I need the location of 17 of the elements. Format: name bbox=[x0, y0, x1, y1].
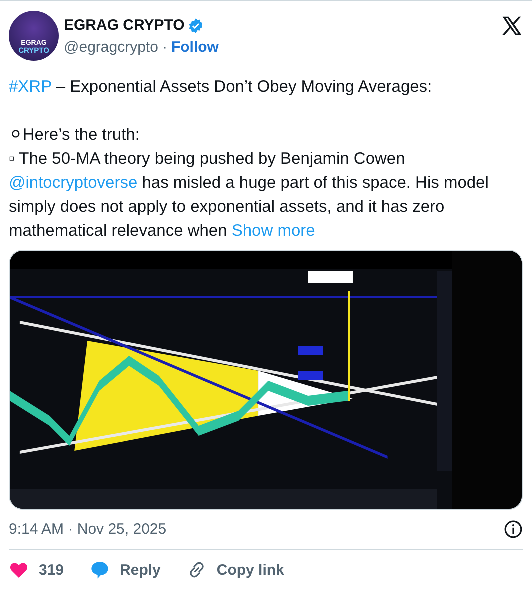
like-action[interactable]: 319 bbox=[9, 560, 64, 580]
info-icon[interactable] bbox=[504, 520, 523, 539]
copy-action[interactable]: Copy link bbox=[186, 560, 284, 580]
follow-link[interactable]: Follow bbox=[171, 39, 219, 56]
tweet-text: ⚪Here’s the truth: bbox=[9, 125, 141, 146]
reply-action[interactable]: Reply bbox=[90, 560, 161, 580]
action-label: 319 bbox=[39, 562, 64, 578]
separator: · bbox=[162, 39, 168, 56]
tweet-text: #XRP – Exponential Assets Don’t Obey Moving Averages: bbox=[9, 77, 434, 98]
speech-bubble-icon bbox=[90, 560, 110, 580]
tweet-text: ▫ The 50-MA theory being pushed by Benjamin Cowen @intocryptoverse has misled a huge part of this space. His model simply does not apply to exponential assets, and it has zero mathematical relevance when Show more bbox=[9, 149, 490, 242]
author-handle: @egragcrypto bbox=[64, 39, 158, 56]
x-logo-icon[interactable] bbox=[501, 15, 523, 37]
timestamp[interactable]: 9:14 AM · Nov 25, 2025 bbox=[9, 521, 167, 538]
author-name[interactable]: EGRAG CRYPTO bbox=[64, 17, 185, 34]
action-label: Copy link bbox=[216, 562, 284, 578]
action-label: Reply bbox=[120, 562, 161, 578]
